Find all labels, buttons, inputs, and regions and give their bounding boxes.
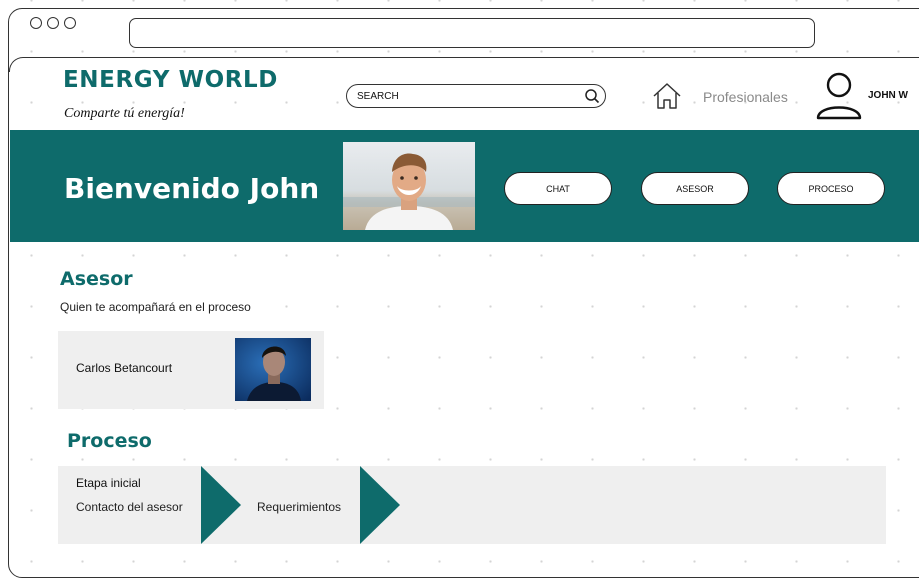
- asesor-button[interactable]: ASESOR: [641, 172, 749, 205]
- asesor-section-subtitle: Quien te acompañará en el proceso: [60, 300, 251, 314]
- stage-title: Etapa inicial: [76, 476, 141, 490]
- advisor-photo: [235, 338, 311, 401]
- proceso-section-title: Proceso: [67, 430, 152, 452]
- window-minimize-dot[interactable]: [47, 17, 59, 29]
- process-step-contacto[interactable]: Contacto del asesor: [76, 500, 183, 514]
- search-input[interactable]: [357, 88, 577, 104]
- window-maximize-dot[interactable]: [64, 17, 76, 29]
- search-icon[interactable]: [584, 88, 600, 109]
- advisor-name: Carlos Betancourt: [76, 361, 173, 375]
- advisor-card[interactable]: Carlos Betancourt: [58, 331, 324, 409]
- home-icon[interactable]: [651, 81, 683, 116]
- search-box[interactable]: [346, 84, 606, 108]
- user-profile-photo: [343, 142, 475, 230]
- chevron-right-icon: [201, 466, 241, 544]
- window-close-dot[interactable]: [30, 17, 42, 29]
- proceso-button[interactable]: PROCESO: [777, 172, 885, 205]
- welcome-heading: Bienvenido John: [64, 172, 320, 205]
- brand-title[interactable]: ENERGY WORLD: [63, 67, 278, 93]
- brand-tagline: Comparte tú energía!: [64, 106, 185, 121]
- window-controls: [30, 17, 76, 29]
- chat-button[interactable]: CHAT: [504, 172, 612, 205]
- chevron-right-icon: [360, 466, 400, 544]
- user-icon[interactable]: [815, 71, 863, 126]
- asesor-section-title: Asesor: [60, 268, 133, 290]
- process-strip: Etapa inicial Contacto del asesor Requer…: [58, 466, 886, 544]
- address-bar[interactable]: [129, 18, 815, 48]
- process-step-requerimientos[interactable]: Requerimientos: [257, 500, 341, 514]
- user-name[interactable]: JOHN W: [868, 90, 908, 101]
- nav-link-profesionales[interactable]: Profesionales: [703, 89, 788, 105]
